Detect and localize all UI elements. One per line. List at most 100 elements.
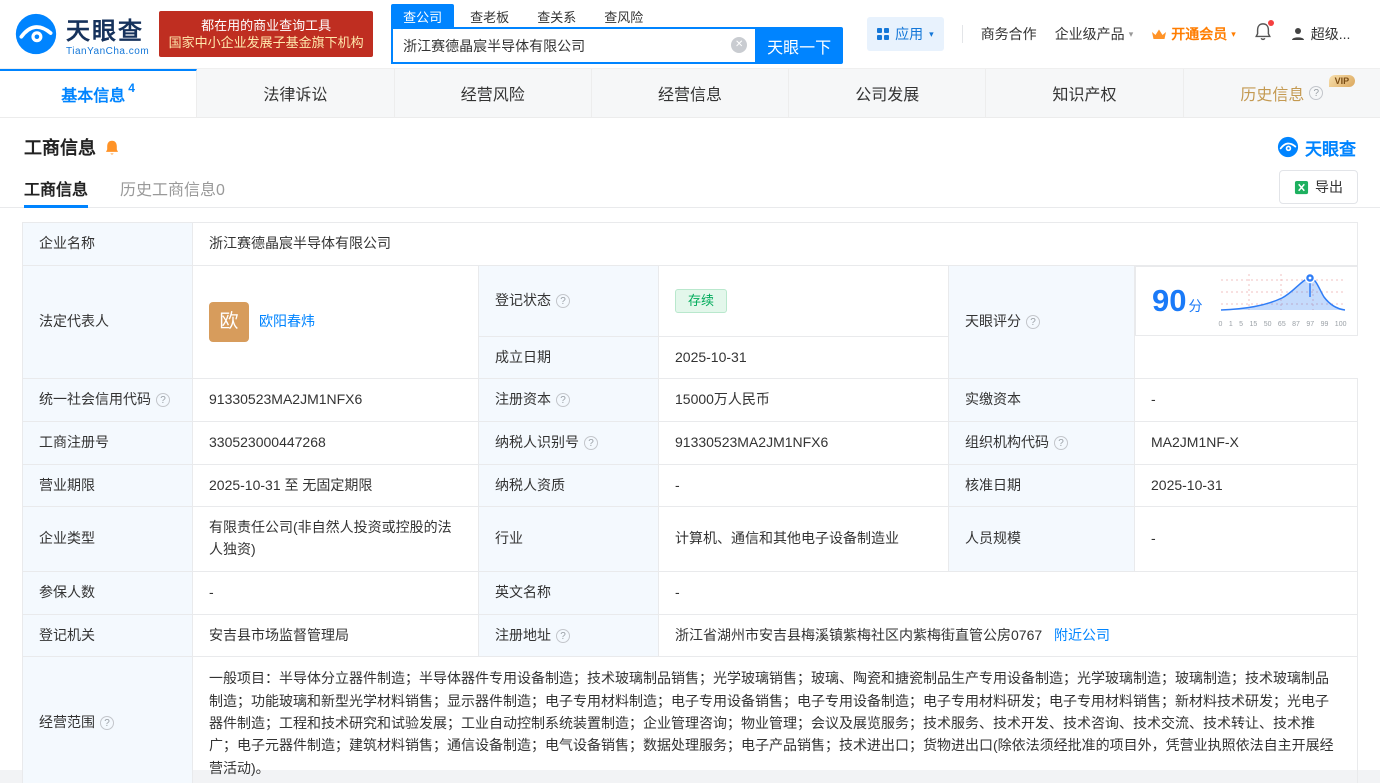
- taxpayer-id-label: 纳税人识别号: [478, 421, 659, 465]
- export-button[interactable]: 导出: [1279, 170, 1358, 204]
- help-icon[interactable]: [156, 393, 170, 408]
- business-info-table-wrap: 企业名称 浙江赛德晶宸半导体有限公司 法定代表人 欧 欧阳春炜 登记状态 存续: [0, 208, 1380, 783]
- tab-history-info[interactable]: VIP 历史信息: [1184, 69, 1380, 117]
- subscribe-bell-icon[interactable]: [104, 139, 120, 156]
- tab-business-info[interactable]: 经营信息: [592, 69, 790, 117]
- notifications-bell[interactable]: [1254, 20, 1274, 46]
- tianyancha-brand-icon: [1277, 136, 1299, 158]
- reg-authority-value: 安吉县市场监督管理局: [192, 613, 479, 658]
- search-input[interactable]: [391, 27, 756, 64]
- promo-line2: 国家中小企业发展子基金旗下机构: [168, 35, 364, 50]
- business-scope-value: 一般项目：半导体分立器件制造；半导体器件专用设备制造；技术玻璃制品销售；光学玻璃…: [192, 656, 1358, 783]
- tab-operational-risk[interactable]: 经营风险: [395, 69, 592, 117]
- tianyancha-logo[interactable]: 天眼查 TianYanCha.com: [14, 11, 149, 57]
- legal-rep-link[interactable]: 欧阳春炜: [259, 311, 315, 333]
- legal-rep-avatar[interactable]: 欧: [209, 302, 249, 343]
- taxpayer-id-value: 91330523MA2JM1NFX6: [658, 421, 949, 465]
- crown-icon: [1152, 29, 1167, 39]
- watermark-brand: 天眼查: [1277, 135, 1356, 160]
- subtab-history-registration[interactable]: 历史工商信息0: [120, 168, 225, 207]
- approval-date-label: 核准日期: [948, 463, 1135, 508]
- tab-company-development[interactable]: 公司发展: [789, 69, 987, 117]
- table-row: 经营范围 一般项目：半导体分立器件制造；半导体器件专用设备制造；技术玻璃制品销售…: [22, 656, 1358, 783]
- staff-size-label: 人员规模: [948, 506, 1135, 572]
- search-button[interactable]: 天眼一下: [755, 27, 844, 64]
- notification-red-dot: [1267, 20, 1274, 26]
- nav-business-coop[interactable]: 商务合作: [981, 24, 1037, 44]
- apps-grid-icon: [877, 28, 890, 40]
- reg-status-label: 登记状态: [478, 264, 659, 337]
- table-row: 工商注册号 330523000447268 纳税人识别号 91330523MA2…: [22, 421, 1358, 465]
- tab-intellectual-property[interactable]: 知识产权: [986, 69, 1184, 117]
- excel-icon: [1294, 180, 1309, 194]
- approval-date-value: 2025-10-31: [1134, 463, 1358, 508]
- reg-authority-label: 登记机关: [22, 613, 193, 658]
- help-icon[interactable]: [1309, 86, 1324, 100]
- help-icon[interactable]: [100, 716, 114, 731]
- business-term-label: 营业期限: [22, 463, 193, 508]
- help-icon[interactable]: [584, 436, 598, 451]
- divider: [961, 25, 963, 43]
- legal-rep-label: 法定代表人: [22, 264, 193, 380]
- business-info-table: 企业名称 浙江赛德晶宸半导体有限公司 法定代表人 欧 欧阳春炜 登记状态 存续: [22, 222, 1358, 783]
- english-name-label: 英文名称: [478, 570, 659, 615]
- tab-legal-proceedings[interactable]: 法律诉讼: [197, 69, 395, 117]
- vip-badge: VIP: [1328, 75, 1356, 87]
- org-code-value: MA2JM1NF-X: [1134, 421, 1358, 465]
- score-cell[interactable]: 90 分 0 1 5 15 50 65 87 97 99 100: [1135, 265, 1358, 337]
- business-term-value: 2025-10-31 至 无固定期限: [192, 463, 479, 508]
- reg-number-value: 330523000447268: [192, 421, 479, 465]
- subtabs: 工商信息 历史工商信息0 导出: [0, 168, 1380, 208]
- score-axis: 01 5 15 50 65 87 97 99 100: [1218, 321, 1347, 329]
- company-name-label: 企业名称: [22, 222, 193, 266]
- reg-capital-label: 注册资本: [478, 378, 659, 423]
- table-row: 企业类型 有限责任公司(非自然人投资或控股的法人独资) 行业 计算机、通信和其他…: [22, 506, 1358, 572]
- table-row: 法定代表人 欧 欧阳春炜 登记状态 存续 天眼评分 90分: [22, 264, 1358, 380]
- credit-code-value: 91330523MA2JM1NFX6: [192, 378, 479, 423]
- nearby-companies-link[interactable]: 附近公司: [1054, 627, 1110, 643]
- site-header: 天眼查 TianYanCha.com 都在用的商业查询工具 国家中小企业发展子基…: [0, 0, 1380, 68]
- table-row: 企业名称 浙江赛德晶宸半导体有限公司: [22, 222, 1358, 266]
- chevron-down-icon: ▾: [929, 28, 934, 39]
- english-name-value: -: [658, 570, 1358, 615]
- establish-date-label: 成立日期: [478, 335, 659, 380]
- score-distribution-chart: 01 5 15 50 65 87 97 99 100: [1219, 271, 1347, 332]
- help-icon[interactable]: [556, 393, 570, 408]
- table-row: 登记机关 安吉县市场监督管理局 注册地址 浙江省湖州市安吉县梅溪镇紫梅社区内紫梅…: [22, 613, 1358, 658]
- help-icon[interactable]: [556, 628, 570, 643]
- logo-title: 天眼查: [66, 18, 144, 45]
- help-icon[interactable]: [556, 293, 570, 308]
- nav-enterprise-products[interactable]: 企业级产品 ▾: [1055, 24, 1134, 44]
- brand-text: 天眼查: [1305, 139, 1356, 159]
- page: 天眼查 TianYanCha.com 都在用的商业查询工具 国家中小企业发展子基…: [0, 0, 1380, 783]
- tianyancha-logo-icon: [15, 13, 57, 55]
- reg-status-value: 存续: [658, 264, 949, 337]
- subtab-business-registration[interactable]: 工商信息: [24, 168, 89, 208]
- table-row: 营业期限 2025-10-31 至 无固定期限 纳税人资质 - 核准日期 202…: [22, 463, 1358, 508]
- section-title: 工商信息: [24, 138, 96, 158]
- promo-line1: 都在用的商业查询工具: [201, 18, 332, 33]
- credit-code-label: 统一社会信用代码: [22, 378, 193, 423]
- score-label: 天眼评分: [948, 264, 1135, 380]
- tab-basic-info[interactable]: 基本信息 4: [0, 69, 198, 117]
- score-value: 90 分: [1152, 283, 1203, 319]
- help-icon[interactable]: [1026, 315, 1040, 330]
- search-tab-risk[interactable]: 查风险: [592, 4, 655, 27]
- user-account[interactable]: 超级...: [1290, 24, 1351, 44]
- industry-label: 行业: [478, 506, 659, 572]
- search-tab-company[interactable]: 查公司: [391, 4, 455, 27]
- search-tab-boss[interactable]: 查老板: [458, 4, 521, 27]
- company-name-value: 浙江赛德晶宸半导体有限公司: [192, 222, 1358, 266]
- nav-open-vip[interactable]: 开通会员 ▾: [1151, 24, 1236, 44]
- company-type-label: 企业类型: [22, 506, 193, 572]
- business-scope-label: 经营范围: [22, 656, 193, 783]
- user-name: 超级...: [1310, 26, 1351, 42]
- help-icon[interactable]: [1054, 436, 1068, 451]
- org-code-label: 组织机构代码: [948, 421, 1135, 465]
- insured-count-value: -: [192, 570, 479, 615]
- apps-menu[interactable]: 应用 ▾: [867, 17, 944, 51]
- company-nav-tabs: 基本信息 4 法律诉讼 经营风险 经营信息 公司发展 知识产权 VIP 历史信息: [0, 68, 1380, 118]
- search-tab-relation[interactable]: 查关系: [525, 4, 588, 27]
- tab-count-badge: 4: [128, 81, 135, 95]
- search-tabs: 查公司 查老板 查关系 查风险: [391, 4, 843, 27]
